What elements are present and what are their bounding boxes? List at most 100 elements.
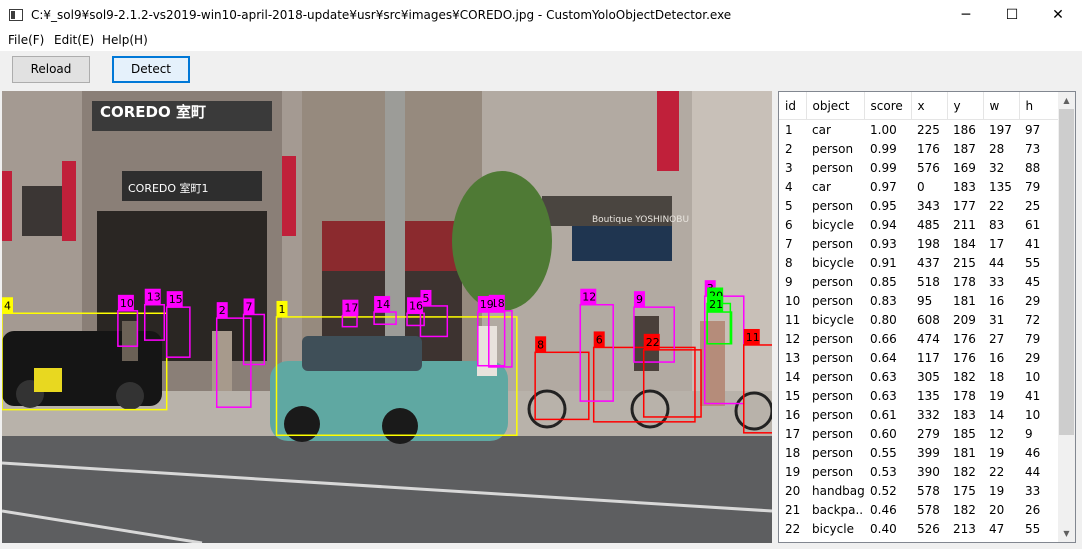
table-cell-x: 578 xyxy=(917,502,940,517)
table-cell-id: 9 xyxy=(785,274,793,289)
detection-label-14: 14 xyxy=(376,298,390,311)
table-row[interactable]: 10 person 0.83 95 181 16 29 xyxy=(779,291,1059,310)
table-cell-y: 211 xyxy=(953,217,976,232)
table-cell-y: 182 xyxy=(953,369,976,384)
table-row[interactable]: 3 person 0.99 576 169 32 88 xyxy=(779,158,1059,177)
table-cell-w: 20 xyxy=(989,502,1005,517)
table-cell-y: 185 xyxy=(953,426,976,441)
scroll-thumb[interactable] xyxy=(1059,109,1074,435)
table-cell-id: 12 xyxy=(785,331,801,346)
table-row[interactable]: 14 person 0.63 305 182 18 10 xyxy=(779,367,1059,386)
menu-edit[interactable]: Edit(E) xyxy=(54,33,94,47)
table-cell-object: person xyxy=(812,445,854,460)
table-cell-x: 399 xyxy=(917,445,940,460)
vertical-scrollbar[interactable]: ▲ ▼ xyxy=(1058,92,1075,542)
table-cell-h: 79 xyxy=(1025,331,1041,346)
maximize-button[interactable]: ☐ xyxy=(989,0,1035,31)
image-view[interactable]: COREDO 室町 COREDO 室町1 Boutique YOSHINOBU … xyxy=(2,91,772,543)
minimize-button[interactable]: ─ xyxy=(943,0,989,31)
table-cell-h: 46 xyxy=(1025,445,1041,460)
table-cell-h: 97 xyxy=(1025,122,1041,137)
table-cell-y: 178 xyxy=(953,274,976,289)
table-cell-h: 44 xyxy=(1025,464,1041,479)
column-header-object[interactable]: object xyxy=(806,92,865,120)
table-cell-w: 12 xyxy=(989,426,1005,441)
table-cell-id: 5 xyxy=(785,198,793,213)
scroll-up-arrow[interactable]: ▲ xyxy=(1058,92,1075,109)
table-row[interactable]: 22 bicycle 0.40 526 213 47 55 xyxy=(779,519,1059,538)
table-row[interactable]: 13 person 0.64 117 176 16 29 xyxy=(779,348,1059,367)
table-cell-x: 485 xyxy=(917,217,940,232)
detection-label-9: 9 xyxy=(636,293,643,306)
table-row[interactable]: 20 handbag 0.52 578 175 19 33 xyxy=(779,481,1059,500)
table-cell-score: 0.60 xyxy=(870,426,897,441)
table-row[interactable]: 15 person 0.63 135 178 19 41 xyxy=(779,386,1059,405)
table-cell-id: 18 xyxy=(785,445,801,460)
column-header-x[interactable]: x xyxy=(911,92,948,120)
table-cell-w: 18 xyxy=(989,369,1005,384)
column-header-score[interactable]: score xyxy=(864,92,912,120)
table-cell-h: 88 xyxy=(1025,160,1041,175)
menu-help[interactable]: Help(H) xyxy=(102,33,148,47)
table-row[interactable]: 17 person 0.60 279 185 12 9 xyxy=(779,424,1059,443)
table-cell-h: 79 xyxy=(1025,179,1041,194)
scroll-down-arrow[interactable]: ▼ xyxy=(1058,525,1075,542)
table-row[interactable]: 1 car 1.00 225 186 197 97 xyxy=(779,120,1059,140)
table-row[interactable]: 8 bicycle 0.91 437 215 44 55 xyxy=(779,253,1059,272)
table-cell-score: 0.83 xyxy=(870,293,897,308)
detection-label-19: 19 xyxy=(480,298,494,311)
table-row[interactable]: 18 person 0.55 399 181 19 46 xyxy=(779,443,1059,462)
table-row[interactable]: 5 person 0.95 343 177 22 25 xyxy=(779,196,1059,215)
table-cell-x: 95 xyxy=(917,293,933,308)
column-header-h[interactable]: h xyxy=(1019,92,1060,120)
table-cell-w: 135 xyxy=(989,179,1012,194)
toolbar: Reload Detect xyxy=(0,51,1082,89)
table-cell-w: 22 xyxy=(989,198,1005,213)
table-row[interactable]: 7 person 0.93 198 184 17 41 xyxy=(779,234,1059,253)
table-cell-object: person xyxy=(812,388,854,403)
detection-label-2: 2 xyxy=(219,304,226,317)
detection-label-12: 12 xyxy=(582,291,596,304)
table-cell-object: person xyxy=(812,293,854,308)
table-cell-h: 29 xyxy=(1025,350,1041,365)
detect-button[interactable]: Detect xyxy=(112,56,190,83)
table-row[interactable]: 21 backpa... 0.46 578 182 20 26 xyxy=(779,500,1059,519)
table-cell-x: 526 xyxy=(917,521,940,536)
column-header-id[interactable]: id xyxy=(779,92,807,120)
table-cell-x: 578 xyxy=(917,483,940,498)
reload-button[interactable]: Reload xyxy=(12,56,90,83)
table-row[interactable]: 11 bicycle 0.80 608 209 31 72 xyxy=(779,310,1059,329)
table-cell-object: person xyxy=(812,464,854,479)
table-cell-h: 10 xyxy=(1025,407,1041,422)
table-cell-h: 25 xyxy=(1025,198,1041,213)
column-header-y[interactable]: y xyxy=(947,92,984,120)
table-row[interactable]: 12 person 0.66 474 176 27 79 xyxy=(779,329,1059,348)
table-row[interactable]: 2 person 0.99 176 187 28 73 xyxy=(779,139,1059,158)
table-cell-h: 61 xyxy=(1025,217,1041,232)
table-cell-h: 33 xyxy=(1025,483,1041,498)
table-row[interactable]: 4 car 0.97 0 183 135 79 xyxy=(779,177,1059,196)
table-cell-x: 518 xyxy=(917,274,940,289)
table-cell-score: 0.91 xyxy=(870,255,897,270)
table-cell-y: 183 xyxy=(953,179,976,194)
menu-file[interactable]: File(F) xyxy=(8,33,44,47)
table-row[interactable]: 6 bicycle 0.94 485 211 83 61 xyxy=(779,215,1059,234)
table-cell-h: 41 xyxy=(1025,388,1041,403)
table-row[interactable]: 19 person 0.53 390 182 22 44 xyxy=(779,462,1059,481)
table-cell-id: 4 xyxy=(785,179,793,194)
table-cell-h: 10 xyxy=(1025,369,1041,384)
table-cell-x: 390 xyxy=(917,464,940,479)
table-cell-y: 175 xyxy=(953,483,976,498)
table-cell-score: 0.94 xyxy=(870,217,897,232)
table-cell-object: car xyxy=(812,122,831,137)
table-row[interactable]: 16 person 0.61 332 183 14 10 xyxy=(779,405,1059,424)
table-cell-score: 0.46 xyxy=(870,502,897,517)
table-row[interactable]: 9 person 0.85 518 178 33 45 xyxy=(779,272,1059,291)
sign-coredo: COREDO 室町 xyxy=(100,103,206,121)
detections-list[interactable]: id object score x y w h 1 car 1.00 225 186 197 97 2 pe… xyxy=(778,91,1076,543)
app-icon xyxy=(9,9,23,21)
close-button[interactable]: ✕ xyxy=(1035,0,1081,31)
table-cell-w: 19 xyxy=(989,483,1005,498)
column-header-w[interactable]: w xyxy=(983,92,1020,120)
table-cell-score: 0.66 xyxy=(870,331,897,346)
